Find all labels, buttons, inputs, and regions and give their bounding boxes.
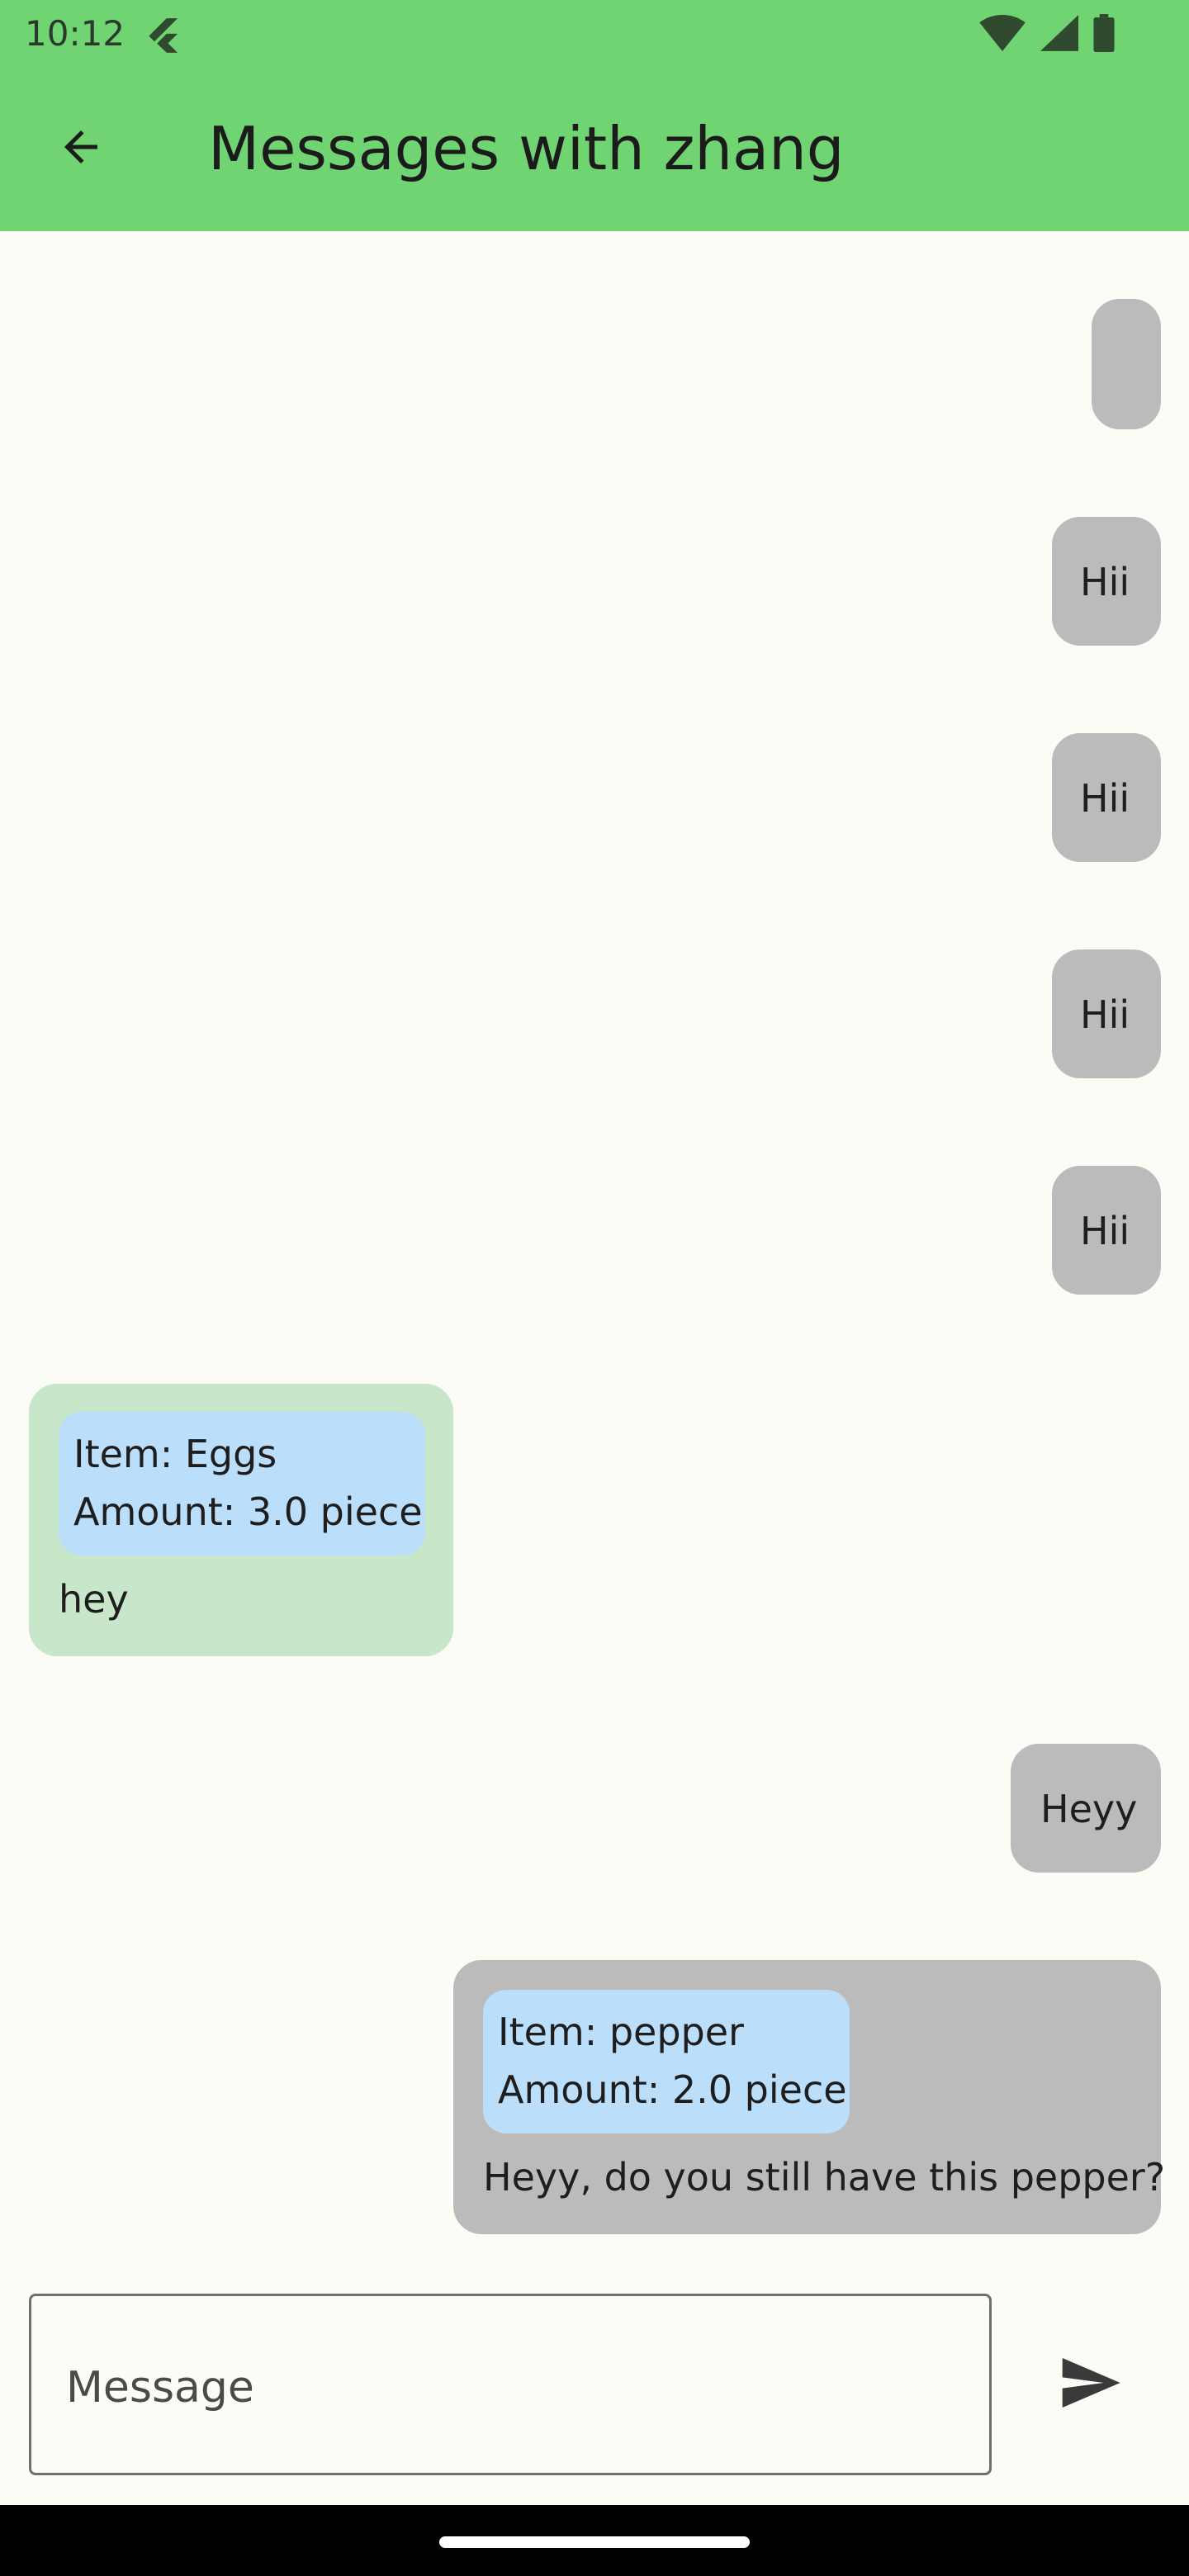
- message-bubble[interactable]: Heyy: [1011, 1744, 1161, 1873]
- message-input[interactable]: [64, 2346, 959, 2430]
- send-icon: [1057, 2350, 1123, 2419]
- page-title: Messages with zhang: [208, 114, 845, 183]
- chat-screen: 10:12 Messages with zhang Hii Hii Hii Hi…: [0, 0, 1189, 2576]
- status-time: 10:12: [25, 13, 126, 54]
- message-bubble[interactable]: Hii: [1052, 733, 1161, 862]
- message-bubble[interactable]: Hii: [1052, 517, 1161, 646]
- item-card[interactable]: Item: pepper Amount: 2.0 piece: [483, 1990, 850, 2133]
- wifi-icon: [979, 15, 1026, 54]
- message-bubble[interactable]: Item: pepper Amount: 2.0 piece Heyy, do …: [453, 1960, 1165, 2234]
- item-amount: Amount: 3.0 piece: [73, 1489, 423, 1534]
- item-name: Item: Eggs: [73, 1432, 277, 1476]
- message-text: Hii: [1080, 776, 1130, 821]
- message-text: Heyy: [1040, 1787, 1138, 1831]
- message-text: Hii: [1080, 992, 1130, 1037]
- home-gesture-handle[interactable]: [439, 2536, 750, 2548]
- message-text: Heyy, do you still have this pepper?: [483, 2155, 1166, 2200]
- arrow-back-icon: [56, 122, 106, 175]
- message-text: hey: [59, 1577, 129, 1622]
- signal-icon: [1040, 15, 1078, 54]
- status-icons: [979, 14, 1115, 55]
- app-bar: 10:12 Messages with zhang: [0, 0, 1189, 231]
- flutter-icon: [142, 15, 183, 56]
- back-button[interactable]: [41, 109, 121, 188]
- message-bubble[interactable]: [1092, 299, 1161, 429]
- message-composer: [29, 2294, 992, 2475]
- system-nav-bar: [0, 2505, 1189, 2576]
- message-text: Hii: [1080, 560, 1130, 604]
- message-bubble[interactable]: Hii: [1052, 949, 1161, 1078]
- item-name: Item: pepper: [498, 2010, 744, 2054]
- message-bubble-received[interactable]: Item: Eggs Amount: 3.0 piece hey: [29, 1384, 453, 1656]
- item-amount: Amount: 2.0 piece: [498, 2067, 847, 2112]
- message-bubble[interactable]: Hii: [1052, 1166, 1161, 1295]
- item-card[interactable]: Item: Eggs Amount: 3.0 piece: [59, 1412, 425, 1556]
- message-text: Hii: [1080, 1209, 1130, 1253]
- battery-icon: [1093, 14, 1115, 55]
- send-button[interactable]: [1049, 2343, 1131, 2426]
